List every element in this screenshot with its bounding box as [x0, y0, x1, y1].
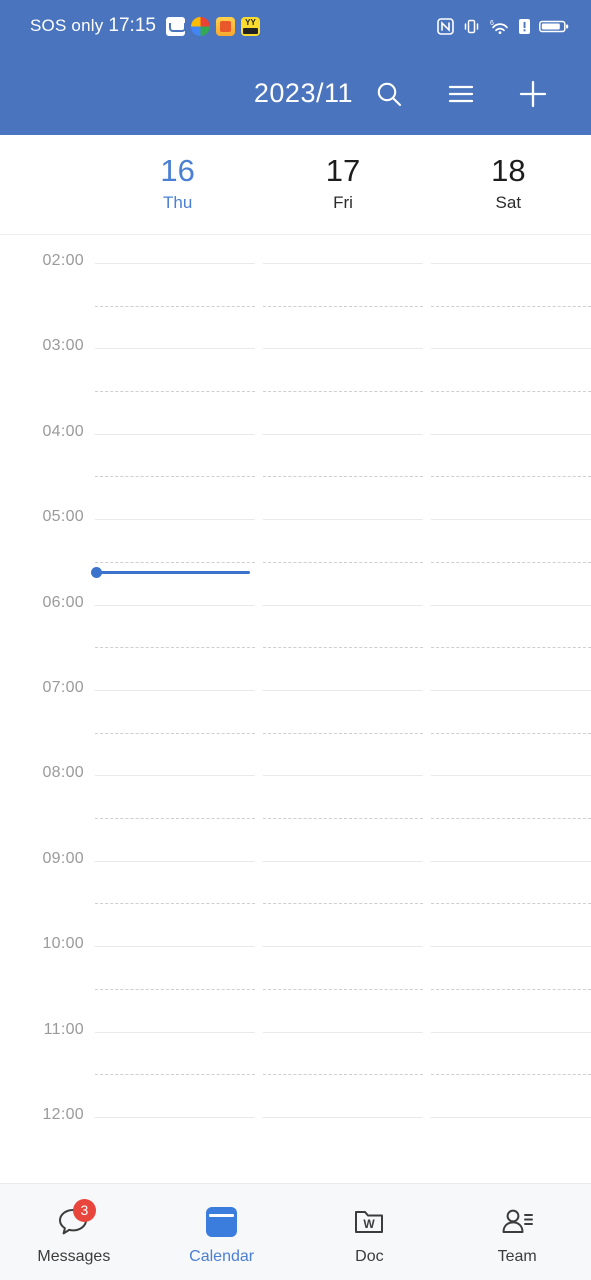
yy-face-icon — [240, 16, 260, 36]
hour-label: 11:00 — [43, 1020, 84, 1038]
hour-label: 12:00 — [42, 1105, 84, 1123]
hour-gridline — [95, 433, 591, 435]
hour-row[interactable]: 10:00 — [0, 935, 591, 1031]
people-icon — [496, 1203, 538, 1241]
hamburger-menu-icon — [446, 79, 476, 109]
hour-row[interactable]: 03:00 — [0, 337, 591, 433]
hour-gridline — [95, 604, 591, 606]
hour-label: 09:00 — [42, 849, 84, 867]
hour-row[interactable]: 06:00 — [0, 594, 591, 690]
day-name: Sat — [495, 192, 522, 212]
calendar-grid-area[interactable]: 02:00 03:00 04:00 05:00 06:00 07:00 08:00 09:00… — [0, 235, 591, 1183]
day-number: 18 — [491, 152, 526, 188]
day-header-row: 16 Thu 17 Fri 18 Sat — [0, 135, 591, 235]
chat-bubble-icon: 3 — [53, 1198, 96, 1241]
search-button[interactable] — [353, 63, 425, 125]
hour-label: 07:00 — [42, 678, 84, 696]
hour-label: 05:00 — [42, 508, 84, 526]
half-hour-gridline — [95, 647, 591, 649]
hour-label: 08:00 — [42, 764, 84, 782]
carrier-label: SOS only — [30, 16, 104, 35]
hour-gridline — [95, 775, 591, 777]
hour-gridline — [95, 519, 591, 521]
app-header: 2023/11 — [0, 52, 591, 135]
day-column-17[interactable]: 17 Fri — [260, 135, 425, 234]
status-bar-right: 6 — [437, 17, 569, 35]
status-bar-left: SOS only 17:15 — [30, 15, 260, 37]
status-bar: SOS only 17:15 YY 6 — [0, 0, 591, 52]
nav-item-doc[interactable]: W Doc — [296, 1184, 444, 1280]
vibrate-icon — [463, 18, 480, 35]
hour-gridline — [95, 946, 591, 948]
day-columns: 16 Thu 17 Fri 18 Sat — [95, 135, 591, 234]
day-number: 17 — [325, 152, 361, 188]
notification-icons — [165, 16, 260, 36]
nav-item-messages[interactable]: 3 Messages — [0, 1184, 148, 1280]
day-column-16[interactable]: 16 Thu — [95, 135, 260, 234]
search-icon — [374, 79, 404, 109]
menu-button[interactable] — [425, 63, 497, 125]
half-hour-gridline — [95, 391, 591, 393]
mail-icon — [165, 16, 186, 36]
hour-gridline — [95, 689, 591, 691]
messages-badge: 3 — [72, 1198, 96, 1222]
plus-icon — [517, 78, 549, 110]
nav-item-team[interactable]: Team — [443, 1184, 591, 1280]
half-hour-gridline — [95, 1074, 591, 1076]
nfc-icon — [437, 17, 454, 35]
hour-row[interactable]: 09:00 — [0, 850, 591, 946]
half-hour-gridline — [95, 732, 591, 734]
hour-label: 04:00 — [42, 422, 84, 440]
hour-row[interactable]: 11:00 — [0, 1021, 591, 1117]
app-icon — [215, 16, 235, 36]
nav-label-calendar: Calendar — [189, 1247, 255, 1265]
calendar-app: SOS only 17:15 YY 6 2023/11 16 Thu 17 Fr… — [0, 0, 591, 1280]
hour-label: 03:00 — [42, 337, 84, 355]
wifi-6-icon: 6 — [489, 18, 510, 35]
folder-w-icon: W — [348, 1203, 390, 1241]
hour-row[interactable]: 08:00 — [0, 764, 591, 860]
hour-gridline — [95, 860, 591, 862]
hour-label: 02:00 — [42, 252, 84, 269]
hour-row[interactable]: 12:00 — [0, 1106, 591, 1183]
hour-row[interactable]: 07:00 — [0, 679, 591, 775]
half-hour-gridline — [95, 476, 591, 478]
day-column-18[interactable]: 18 Sat — [426, 135, 591, 234]
pinwheel-icon — [190, 16, 210, 36]
hour-gridline — [95, 1116, 591, 1118]
calendar-icon — [201, 1203, 243, 1241]
hour-row[interactable]: 04:00 — [0, 423, 591, 519]
half-hour-gridline — [95, 561, 591, 563]
half-hour-gridline — [95, 988, 591, 990]
day-name: Fri — [333, 192, 353, 212]
hour-gridline — [95, 348, 591, 350]
status-time: 17:15 — [108, 15, 156, 36]
half-hour-gridline — [95, 903, 591, 905]
calendar-grid[interactable]: 02:00 03:00 04:00 05:00 06:00 07:00 08:00 09:00… — [0, 252, 591, 1183]
page-title: 2023/11 — [253, 78, 353, 108]
current-time-line — [95, 571, 250, 575]
nav-label-team: Team — [497, 1247, 537, 1265]
battery-icon — [539, 18, 569, 35]
nav-label-doc: Doc — [355, 1247, 384, 1265]
nav-item-calendar[interactable]: Calendar — [148, 1184, 296, 1280]
hour-gridline — [95, 263, 591, 264]
half-hour-gridline — [95, 818, 591, 820]
hour-label: 06:00 — [42, 593, 84, 611]
nav-label-messages: Messages — [37, 1247, 111, 1265]
day-number: 16 — [160, 152, 195, 188]
half-hour-gridline — [95, 305, 591, 307]
hour-label: 10:00 — [42, 935, 84, 953]
time-gutter-spacer — [12, 135, 95, 234]
day-name: Thu — [163, 192, 193, 212]
hour-gridline — [95, 1031, 591, 1033]
hour-row[interactable]: 02:00 — [0, 252, 591, 348]
svg-text:W: W — [364, 1217, 376, 1231]
bottom-navigation: 3 Messages Calendar W Doc Team — [0, 1183, 591, 1280]
hour-row[interactable]: 05:00 — [0, 508, 591, 604]
alert-icon — [519, 18, 530, 35]
add-event-button[interactable] — [497, 63, 569, 125]
